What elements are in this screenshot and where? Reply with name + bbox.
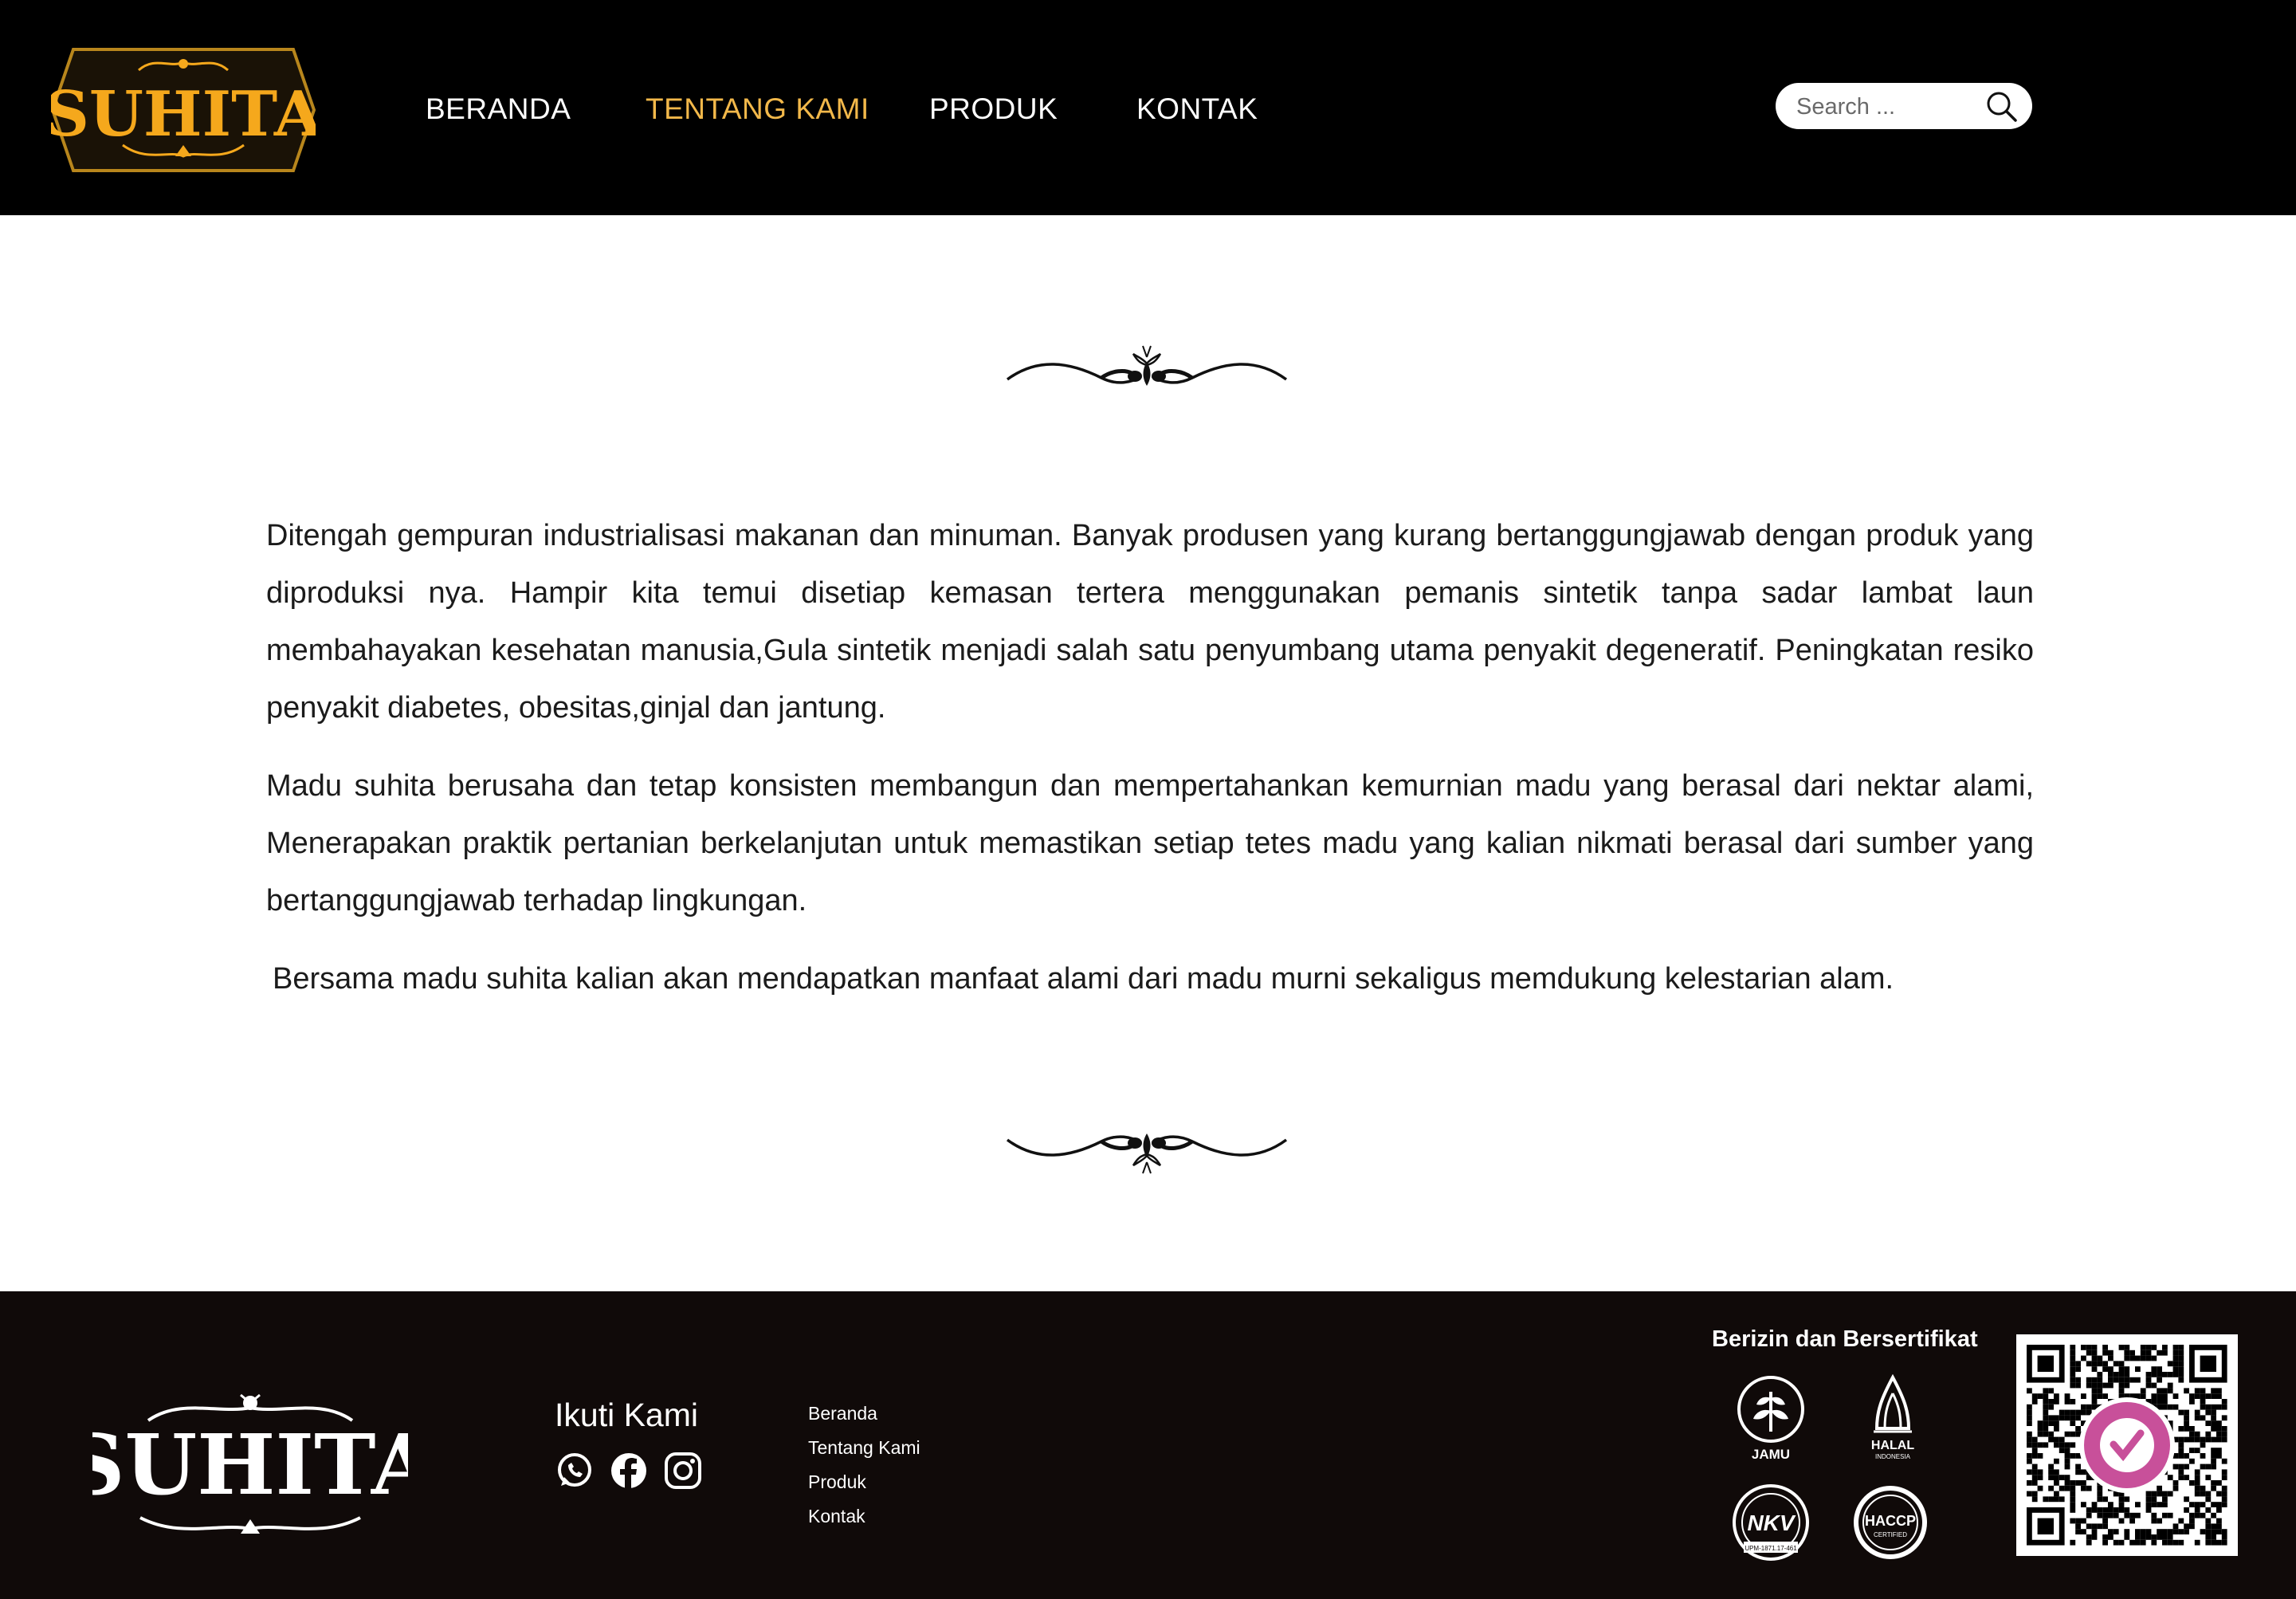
search-icon xyxy=(1987,92,2017,122)
qr-code-image xyxy=(2027,1345,2227,1546)
instagram-icon[interactable] xyxy=(663,1451,703,1491)
footer-link-beranda[interactable]: Beranda xyxy=(808,1397,920,1431)
search-button[interactable] xyxy=(1984,89,2018,123)
follow-title: Ikuti Kami xyxy=(555,1397,698,1433)
svg-text:JAMU: JAMU xyxy=(1752,1447,1790,1462)
about-content: Ditengah gempuran industrialisasi makana… xyxy=(266,507,2034,1028)
footer-link-produk[interactable]: Produk xyxy=(808,1465,920,1499)
svg-text:NKV: NKV xyxy=(1747,1511,1796,1535)
haccp-logo: HACCP CERTIFIED xyxy=(1854,1486,1927,1559)
registration-badge xyxy=(2079,1397,2175,1493)
about-paragraph: Madu suhita berusaha dan tetap konsisten… xyxy=(266,769,2034,917)
svg-text:UPM-1871.17-461: UPM-1871.17-461 xyxy=(1745,1545,1797,1552)
certification-title: Berizin dan Bersertifikat xyxy=(1712,1326,1978,1352)
qr-code[interactable] xyxy=(2016,1334,2238,1556)
nav-beranda[interactable]: BERANDA xyxy=(426,92,571,126)
nav-tentang-kami[interactable]: TENTANG KAMI xyxy=(646,92,869,126)
nav-produk[interactable]: PRODUK xyxy=(929,92,1058,126)
svg-text:HACCP: HACCP xyxy=(1865,1513,1916,1529)
divider-ornament-bottom xyxy=(1006,1133,1288,1174)
about-paragraph: Bersama madu suhita kalian akan mendapat… xyxy=(273,962,1894,996)
footer-link-kontak[interactable]: Kontak xyxy=(808,1499,920,1534)
footer-links: Beranda Tentang Kami Produk Kontak xyxy=(808,1397,920,1534)
site-footer: SUHITA Ikuti Kami Beranda Tentang Kami P… xyxy=(0,1291,2296,1599)
footer-suhita-logo[interactable]: SUHITA xyxy=(92,1387,408,1546)
nav-kontak[interactable]: KONTAK xyxy=(1136,92,1258,126)
whatsapp-icon[interactable] xyxy=(555,1451,595,1491)
svg-text:INDONESIA: INDONESIA xyxy=(1875,1453,1911,1460)
search-box xyxy=(1776,83,2032,129)
divider-ornament-top xyxy=(1006,345,1288,386)
nkv-logo: NKV UPM-1871.17-461 xyxy=(1733,1484,1809,1561)
halal-logo: HALAL INDONESIA xyxy=(1871,1374,1914,1460)
about-paragraph: Ditengah gempuran industrialisasi makana… xyxy=(266,519,2034,725)
search-input[interactable] xyxy=(1795,89,1973,124)
site-header: SUHITA BERANDA TENTANG KAMI PRODUK KONTA… xyxy=(0,0,2296,215)
footer-link-tentang-kami[interactable]: Tentang Kami xyxy=(808,1431,920,1465)
facebook-icon[interactable] xyxy=(609,1451,649,1491)
svg-text:HALAL: HALAL xyxy=(1871,1439,1914,1452)
jamu-logo: JAMU xyxy=(1737,1376,1804,1462)
svg-text:CERTIFIED: CERTIFIED xyxy=(1874,1531,1907,1538)
svg-text:SUHITA: SUHITA xyxy=(92,1416,408,1514)
